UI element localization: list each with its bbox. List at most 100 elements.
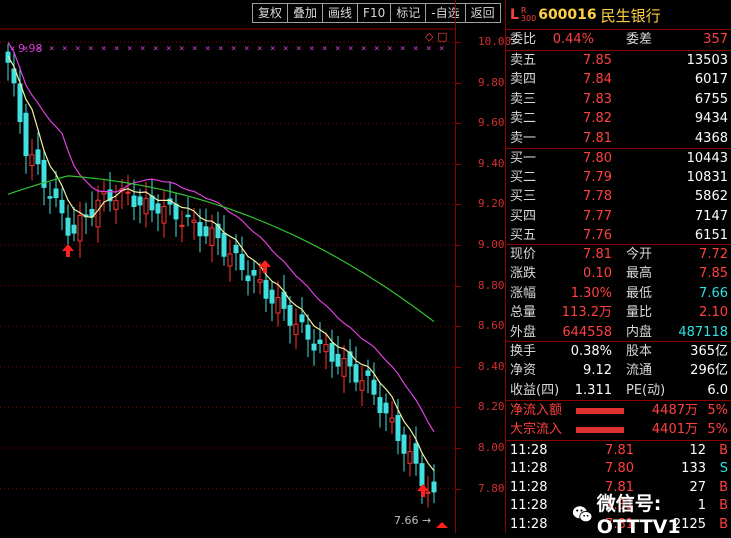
stat-label: 涨跌 — [510, 266, 537, 282]
candle-body — [233, 244, 239, 254]
price-axis-label: 8.60 — [478, 319, 505, 333]
flow-row: 大宗流入 4401万 5% — [506, 420, 731, 439]
candle-body — [191, 219, 197, 223]
signal-marker: × — [192, 44, 197, 54]
ask-label: 卖三 — [510, 91, 537, 107]
kline-chart[interactable]: × × × × × × × × × × × × × × × × × × × × × × × × × × × × × × × × × × 9.98 7.… — [0, 0, 511, 533]
candle-body — [371, 379, 377, 395]
signal-marker: × — [283, 44, 288, 54]
candle-body — [155, 203, 161, 214]
stat-label: 外盘 — [510, 324, 537, 340]
candle-body — [317, 339, 323, 344]
stat-row: 外盘 644558 内盘 487118 — [506, 323, 731, 342]
candle-body — [389, 417, 395, 423]
signal-marker: × — [361, 44, 366, 54]
stat-value: 113.2万 — [561, 305, 612, 321]
candle-body — [257, 279, 263, 283]
stat-label: 涨幅 — [510, 285, 537, 301]
signal-marker: × — [387, 44, 392, 54]
stock-code: 600016 — [538, 7, 597, 23]
stat-label-2: 内盘 — [626, 324, 653, 340]
flow-pct: 5% — [707, 403, 728, 418]
f10-button[interactable]: F10 — [357, 3, 392, 23]
candle-body — [221, 232, 227, 257]
candle-body — [275, 297, 281, 314]
quote-panel: L R 300 600016 民生银行 委比 0.44% 委差 357 卖五 7.8… — [505, 0, 731, 533]
candle-body — [365, 370, 371, 376]
signal-marker: × — [322, 44, 327, 54]
ask-row: 卖三 7.83 6755 — [506, 90, 731, 109]
mark-button[interactable]: 标记 — [390, 3, 427, 23]
candle-body — [263, 279, 269, 299]
finance-label-2: PE(动) — [626, 382, 666, 398]
r300-badge: R 300 — [521, 7, 536, 23]
signal-marker: × — [166, 44, 171, 54]
price-axis-tick — [456, 448, 461, 449]
candle-body — [281, 291, 287, 309]
price-axis-tick — [456, 285, 461, 287]
stat-label-2: 量比 — [626, 305, 653, 321]
ask-volume: 4368 — [694, 130, 728, 146]
tick-row: 11:28 7.81 12 B — [506, 441, 731, 460]
stat-value-2: 7.72 — [699, 247, 728, 262]
signal-marker: × — [348, 44, 353, 54]
flow-label: 大宗流入 — [510, 422, 563, 438]
buy-arrow-icon — [259, 260, 271, 273]
price-axis-tick — [456, 488, 461, 490]
ask-volume: 13503 — [686, 53, 728, 68]
ask-label: 卖一 — [510, 130, 537, 146]
ask-volume: 9434 — [694, 111, 728, 127]
fuquan-button[interactable]: 复权 — [252, 3, 289, 23]
overlay-button[interactable]: 叠加 — [287, 3, 324, 23]
candle-body — [431, 481, 437, 493]
candle-body — [413, 443, 419, 464]
candle-body — [209, 227, 215, 246]
ask-label: 卖四 — [510, 72, 537, 88]
stat-value: 7.81 — [583, 247, 612, 262]
price-axis-tick — [456, 163, 461, 165]
ask-row: 卖五 7.85 13503 — [506, 51, 731, 70]
flow-value: 4401万 — [651, 422, 698, 438]
low-price-label: 7.66 → — [394, 514, 431, 527]
ask-price: 7.85 — [583, 53, 612, 68]
signal-marker: × — [400, 44, 405, 54]
candle-body — [269, 289, 275, 304]
price-axis-label: 9.00 — [478, 238, 505, 251]
signal-marker: × — [62, 44, 67, 54]
stat-label-2: 今开 — [626, 247, 653, 262]
bid-label: 买三 — [510, 189, 537, 205]
candle-body — [47, 196, 53, 199]
weibi-row: 委比 0.44% 委差 357 — [506, 30, 731, 49]
candle-body — [161, 206, 167, 224]
finance-value-2: 296亿 — [690, 363, 728, 379]
bid-label: 买二 — [510, 170, 537, 186]
stat-label: 总量 — [510, 305, 537, 321]
tick-side: B — [719, 443, 728, 458]
candle-body — [77, 214, 83, 242]
candle-body — [401, 434, 407, 454]
stock-header: L R 300 600016 民生银行 — [506, 0, 731, 30]
stat-value-2: 487118 — [678, 324, 728, 340]
wechat-watermark: 微信号: OTTTV1 — [572, 489, 731, 538]
stat-value-2: 7.85 — [699, 266, 728, 282]
draw-line-button[interactable]: 画线 — [322, 3, 359, 23]
candle-body — [407, 451, 413, 464]
finance-value-2: 365亿 — [690, 344, 728, 359]
signal-marker: × — [244, 44, 249, 54]
stock-name: 民生银行 — [600, 6, 661, 25]
kline-svg[interactable]: × × × × × × × × × × × × × × × × × × × × × × × × × × × × × × × × × ×9.987.… — [0, 0, 455, 533]
signal-marker: × — [127, 44, 132, 54]
candle-body — [149, 195, 155, 211]
candle-body — [23, 112, 29, 157]
candle-body — [287, 304, 293, 326]
weibi-label: 委比 — [510, 32, 537, 47]
candle-body — [173, 203, 179, 220]
ask-price: 7.83 — [583, 91, 612, 107]
stat-label-2: 最低 — [626, 285, 653, 301]
signal-marker: × — [205, 44, 210, 54]
stat-value: 0.10 — [583, 266, 612, 282]
finance-value: 1.311 — [574, 382, 612, 398]
tick-time: 11:28 — [510, 516, 548, 532]
signal-marker: × — [101, 44, 106, 54]
stat-row: 涨幅 1.30% 最低 7.66 — [506, 284, 731, 303]
